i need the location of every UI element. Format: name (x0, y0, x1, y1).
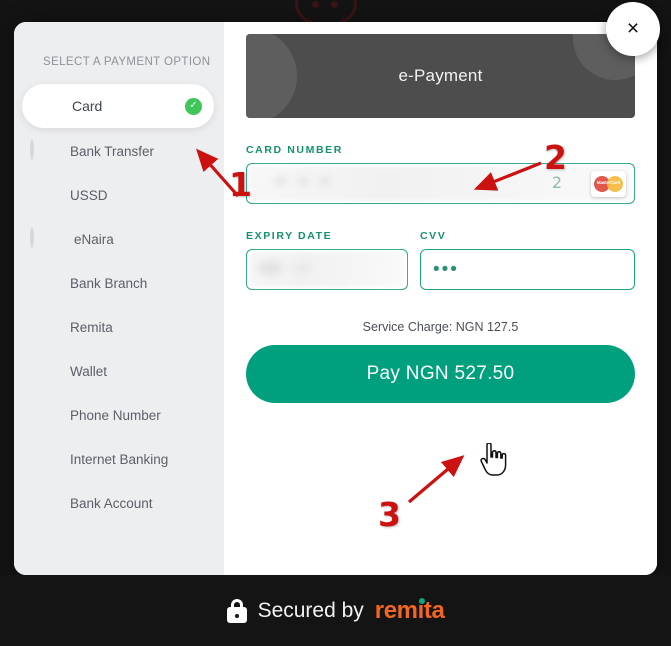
sidebar-item-wallet[interactable]: Wallet (14, 350, 224, 392)
sidebar-item-label: Remita (70, 319, 113, 335)
logo-eye-left (312, 1, 319, 8)
phone-icon (30, 405, 56, 425)
credit-card-icon (32, 96, 58, 116)
close-icon[interactable]: × (606, 2, 660, 56)
bank-transfer-icon (30, 139, 56, 161)
mastercard-icon: MasterCard (591, 171, 626, 197)
annotation-number-2: 2 (544, 138, 567, 177)
sidebar-item-label: Internet Banking (70, 451, 169, 467)
expiry-input[interactable] (246, 249, 408, 290)
expiry-redaction (249, 252, 405, 287)
card-number-label: CARD NUMBER (246, 144, 343, 156)
expiry-label: EXPIRY DATE (246, 230, 333, 242)
sidebar-item-ussd[interactable]: USSD (14, 174, 224, 216)
banner-circle-left (246, 34, 297, 118)
sidebar-item-label: eNaira (74, 231, 114, 247)
sidebar-title: SELECT A PAYMENT OPTION (43, 56, 211, 68)
sidebar-item-label: Bank Transfer (70, 143, 155, 159)
sidebar-item-remita[interactable]: Remita (14, 306, 224, 348)
banner-title: e-Payment (398, 66, 483, 85)
logo-eye-right (331, 1, 338, 8)
sidebar-item-enaira[interactable]: eNaira (14, 218, 224, 260)
remita-logo: remita (375, 597, 445, 625)
epayment-banner: e-Payment (246, 34, 635, 118)
sidebar-item-internet-banking[interactable]: Internet Banking (14, 438, 224, 480)
annotation-number-3: 3 (378, 495, 401, 534)
mastercard-wordmark: MasterCard (596, 180, 621, 185)
annotation-number-1: 1 (229, 165, 252, 204)
sidebar-item-card[interactable]: Card ✓ (22, 84, 214, 128)
sidebar-item-label: Bank Account (70, 495, 153, 511)
bank-account-icon (30, 493, 56, 513)
ussd-icon (30, 185, 56, 205)
sidebar-item-bank-branch[interactable]: Bank Branch (14, 262, 224, 304)
cvv-input[interactable]: ••• (420, 249, 635, 290)
hand-cursor (480, 443, 507, 476)
sidebar-item-label: Bank Branch (70, 275, 148, 291)
cvv-label: CVV (420, 230, 447, 242)
service-charge-text: Service Charge: NGN 127.5 (362, 320, 519, 334)
remita-wordmark: remita (374, 596, 445, 624)
sidebar-item-bank-account[interactable]: Bank Account (14, 482, 224, 524)
selected-check-icon: ✓ (185, 97, 202, 115)
payment-modal: SELECT A PAYMENT OPTION Card ✓ Bank Tran… (14, 22, 657, 575)
internet-banking-icon (30, 449, 56, 469)
enaira-icon (30, 227, 56, 249)
sidebar-item-label: Wallet (70, 363, 108, 379)
lock-icon (226, 598, 247, 623)
payment-form-pane: e-Payment CARD NUMBER 2 MasterCard EXPIR… (224, 22, 657, 575)
card-number-input[interactable]: 2 MasterCard (246, 163, 635, 204)
sidebar-item-label: Card (72, 98, 103, 114)
remita-icon (30, 317, 56, 337)
remita-accent-dot (418, 597, 425, 604)
secured-by-text: Secured by (257, 598, 364, 622)
card-number-redaction (249, 166, 632, 201)
sidebar-item-label: Phone Number (70, 407, 161, 423)
cvv-value: ••• (433, 259, 459, 280)
sidebar-item-bank-transfer[interactable]: Bank Transfer (14, 130, 224, 172)
payment-options-sidebar: SELECT A PAYMENT OPTION Card ✓ Bank Tran… (14, 22, 224, 575)
footer: Secured by remita (0, 575, 671, 646)
sidebar-item-label: USSD (70, 187, 108, 203)
pay-button[interactable]: Pay NGN 527.50 (246, 345, 635, 403)
wallet-icon (30, 361, 56, 381)
sidebar-item-phone-number[interactable]: Phone Number (14, 394, 224, 436)
bank-branch-icon (30, 273, 56, 293)
